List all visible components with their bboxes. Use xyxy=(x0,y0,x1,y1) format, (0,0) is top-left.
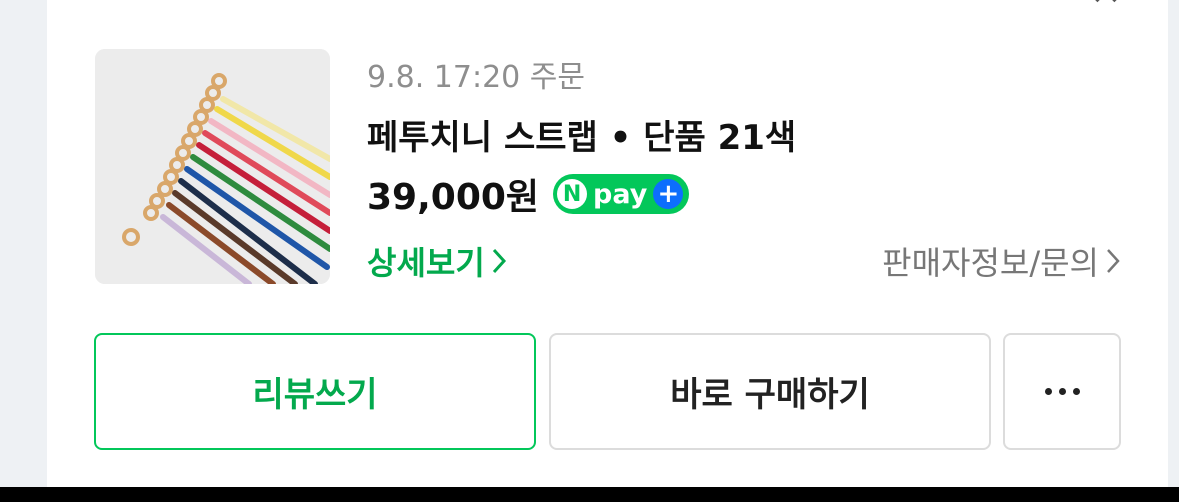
write-review-button[interactable]: 리뷰쓰기 xyxy=(94,333,536,450)
chevron-right-icon xyxy=(491,247,507,275)
order-card: ✕ xyxy=(47,0,1168,487)
buy-now-button[interactable]: 바로 구매하기 xyxy=(549,333,991,450)
npay-plus-badge: N pay + xyxy=(553,174,690,214)
more-options-button[interactable] xyxy=(1003,333,1121,450)
npay-text: pay xyxy=(593,178,648,210)
chevron-right-icon xyxy=(1105,247,1121,275)
write-review-label: 리뷰쓰기 xyxy=(252,375,378,415)
seller-info-link[interactable]: 판매자정보/문의 xyxy=(882,238,1121,284)
product-price: 39,000원 xyxy=(367,177,540,218)
naver-n-icon: N xyxy=(557,179,588,209)
product-image xyxy=(95,49,330,284)
more-dots-icon xyxy=(1044,388,1080,395)
order-date: 9.8. 17:20 주문 xyxy=(367,60,585,95)
bottom-bar xyxy=(0,487,1179,502)
close-icon[interactable]: ✕ xyxy=(1090,0,1122,14)
product-name[interactable]: 페투치니 스트랩 • 단품 21색 xyxy=(367,110,796,159)
price-row: 39,000원 N pay + xyxy=(367,168,690,220)
buy-now-label: 바로 구매하기 xyxy=(670,375,870,415)
seller-info-label: 판매자정보/문의 xyxy=(882,244,1099,282)
view-detail-link[interactable]: 상세보기 xyxy=(367,238,507,284)
view-detail-label: 상세보기 xyxy=(367,244,485,282)
plus-icon: + xyxy=(653,179,684,209)
product-thumbnail[interactable] xyxy=(95,49,330,284)
